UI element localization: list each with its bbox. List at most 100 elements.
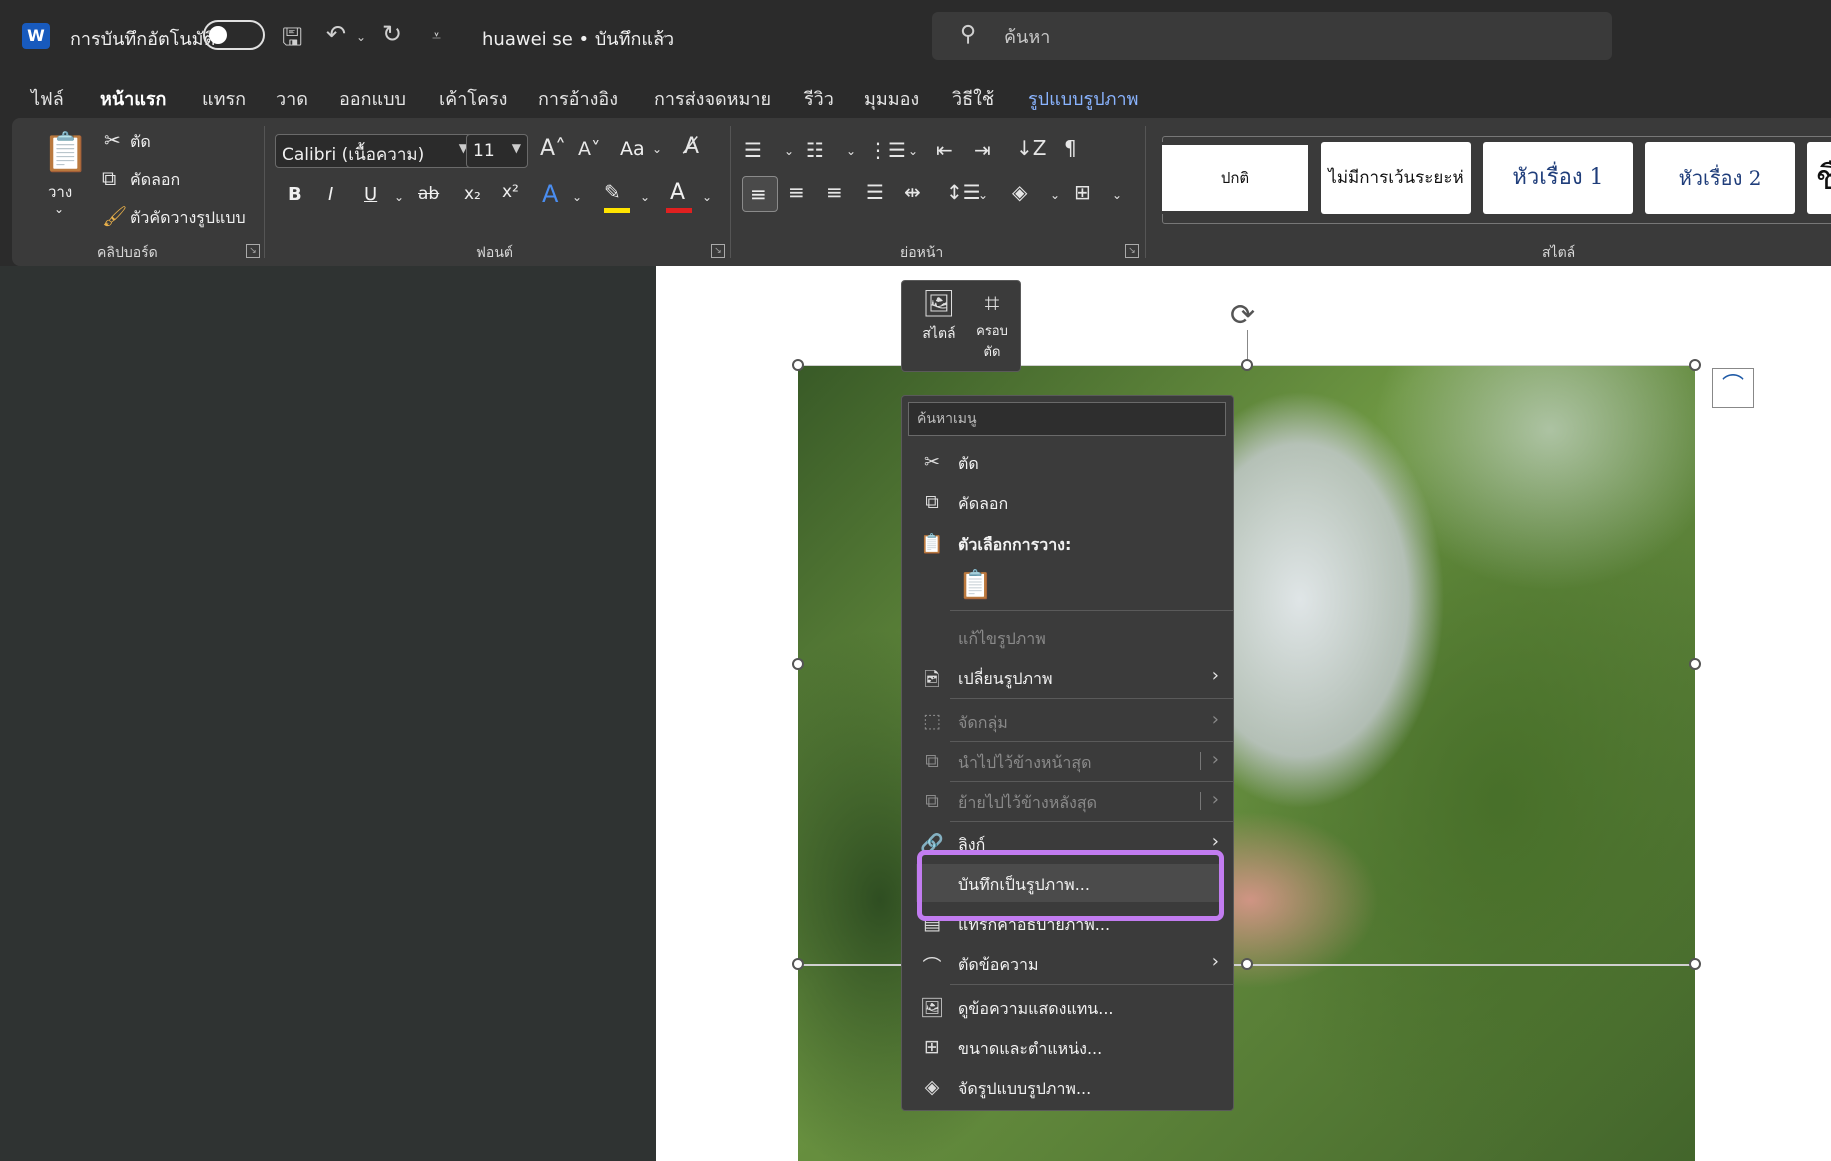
tab-home[interactable]: หน้าแรก xyxy=(100,84,167,121)
tab-design[interactable]: ออกแบบ xyxy=(339,84,406,113)
borders-chevron-icon[interactable]: ⌄ xyxy=(1112,188,1122,202)
tab-references[interactable]: การอ้างอิง xyxy=(538,84,618,113)
tab-file[interactable]: ไฟล์ xyxy=(31,84,64,113)
tab-view[interactable]: มุมมอง xyxy=(864,84,919,113)
subscript-button[interactable]: x₂ xyxy=(464,184,481,204)
shading-icon[interactable]: ◈ xyxy=(1012,180,1027,204)
copy-button[interactable]: คัดลอก xyxy=(130,168,180,193)
numbering-chevron-icon[interactable]: ⌄ xyxy=(846,144,856,158)
resize-handle[interactable] xyxy=(792,658,804,670)
style-normal[interactable]: ปกติ xyxy=(1159,142,1311,214)
tab-review[interactable]: รีวิว xyxy=(804,84,834,113)
font-color-button[interactable]: A xyxy=(670,180,685,205)
save-icon[interactable]: 🖫 xyxy=(282,20,302,61)
menu-search-input[interactable] xyxy=(909,403,1225,435)
sort-icon[interactable]: ↓Z xyxy=(1016,136,1046,160)
underline-chevron-icon[interactable]: ⌄ xyxy=(394,190,404,204)
distributed-icon[interactable]: ⇹ xyxy=(904,180,921,204)
tab-picture-format[interactable]: รูปแบบรูปภาพ xyxy=(1028,84,1138,113)
menu-item-format-picture[interactable]: ◈ จัดรูปแบบรูปภาพ... xyxy=(902,1068,1233,1106)
cut-button[interactable]: ตัด xyxy=(130,130,151,155)
search-box[interactable]: ⚲ xyxy=(932,12,1612,60)
style-title[interactable]: ชื่ xyxy=(1807,142,1831,214)
strikethrough-button[interactable]: ab xyxy=(418,184,439,204)
align-right-icon[interactable]: ≡ xyxy=(826,180,843,204)
tab-mailings[interactable]: การส่งจดหมาย xyxy=(654,84,771,113)
menu-item-change-picture[interactable]: 🖻 เปลี่ยนรูปภาพ › xyxy=(902,658,1233,696)
numbering-icon[interactable]: ☷ xyxy=(806,138,824,162)
bullets-icon[interactable]: ☰ xyxy=(744,138,762,162)
menu-item-wrap-text[interactable]: ⌒ ตัดข้อความ › xyxy=(902,944,1233,982)
menu-item-size-position[interactable]: ⊞ ขนาดและตำแหน่ง... xyxy=(902,1028,1233,1066)
font-name-combo[interactable]: Calibri (เนื้อความ) ▼ xyxy=(275,134,475,168)
menu-item-copy[interactable]: ⧉ คัดลอก xyxy=(902,483,1233,521)
highlight-chevron-icon[interactable]: ⌄ xyxy=(640,190,650,204)
format-painter-button[interactable]: ตัวคัดวางรูปแบบ xyxy=(130,206,246,231)
tab-help[interactable]: วิธีใช้ xyxy=(952,84,994,113)
change-case-button[interactable]: Aa xyxy=(620,138,645,160)
paste-icon[interactable]: 📋 xyxy=(42,130,89,175)
align-center-icon[interactable]: ≡ xyxy=(788,180,805,204)
font-launcher-icon[interactable]: ↘ xyxy=(711,244,725,258)
shrink-font-icon[interactable]: A˅ xyxy=(578,138,601,160)
resize-handle[interactable] xyxy=(1689,958,1701,970)
font-color-chevron-icon[interactable]: ⌄ xyxy=(702,190,712,204)
rotate-handle-icon[interactable]: ⟳ xyxy=(1230,298,1255,333)
grow-font-icon[interactable]: A˄ xyxy=(540,136,566,161)
superscript-button[interactable]: x² xyxy=(502,182,519,202)
clipboard-launcher-icon[interactable]: ↘ xyxy=(246,244,260,258)
search-input[interactable] xyxy=(1002,20,1586,54)
customize-toolbar-icon[interactable]: ⩡ xyxy=(432,26,441,46)
borders-icon[interactable]: ⊞ xyxy=(1074,180,1091,204)
increase-indent-icon[interactable]: ⇥ xyxy=(974,138,991,162)
change-case-chevron-icon[interactable]: ⌄ xyxy=(652,142,662,156)
resize-handle[interactable] xyxy=(1689,359,1701,371)
paste-label[interactable]: วาง xyxy=(48,180,72,204)
text-effects-button[interactable]: A xyxy=(542,180,558,208)
italic-button[interactable]: I xyxy=(328,184,333,205)
underline-button[interactable]: U xyxy=(364,184,377,205)
copy-icon[interactable]: ⧉ xyxy=(102,166,116,190)
paste-picture-option-icon[interactable]: 📋 xyxy=(958,568,993,608)
mini-style-button[interactable]: 🖼 สไตล์ xyxy=(914,289,964,345)
style-no-spacing[interactable]: ไม่มีการเว้นระยะห่ xyxy=(1321,142,1471,214)
tab-layout[interactable]: เค้าโครง xyxy=(439,84,507,113)
title-chevron-down-icon[interactable]: ⌵ xyxy=(654,26,666,46)
clear-formatting-icon[interactable]: A̸ xyxy=(684,134,699,159)
style-heading-1[interactable]: หัวเรื่อง 1 xyxy=(1483,142,1633,214)
resize-handle[interactable] xyxy=(1689,658,1701,670)
undo-dropdown-chevron-icon[interactable]: ⌄ xyxy=(356,30,366,44)
bullets-chevron-icon[interactable]: ⌄ xyxy=(784,144,794,158)
highlight-color-icon[interactable]: ✎ xyxy=(604,180,621,204)
shading-chevron-icon[interactable]: ⌄ xyxy=(1050,188,1060,202)
mini-crop-button[interactable]: ⌗ ครอบ ตัด xyxy=(970,289,1014,362)
cut-icon[interactable]: ✂ xyxy=(104,128,121,152)
multilevel-chevron-icon[interactable]: ⌄ xyxy=(908,144,918,158)
multilevel-list-icon[interactable]: ⋮☰ xyxy=(868,138,906,162)
resize-handle[interactable] xyxy=(792,958,804,970)
align-left-button[interactable]: ≡ xyxy=(742,176,778,212)
line-spacing-chevron-icon[interactable]: ⌄ xyxy=(978,188,988,202)
paste-chevron-down-icon[interactable]: ⌄ xyxy=(54,202,64,216)
font-size-combo[interactable]: 11 ▼ xyxy=(466,134,528,168)
show-formatting-marks-icon[interactable]: ¶ xyxy=(1064,136,1077,160)
resize-handle[interactable] xyxy=(1241,958,1253,970)
text-effects-chevron-icon[interactable]: ⌄ xyxy=(572,190,582,204)
justify-icon[interactable]: ☰ xyxy=(866,180,884,204)
style-heading-2[interactable]: หัวเรื่อง 2 xyxy=(1645,142,1795,214)
format-painter-icon[interactable]: 🖌 xyxy=(102,204,127,228)
line-spacing-icon[interactable]: ↕☰ xyxy=(946,180,981,204)
document-title[interactable]: huawei se • บันทึกแล้ว xyxy=(482,24,674,53)
menu-search-box[interactable] xyxy=(908,402,1226,436)
resize-handle[interactable] xyxy=(1241,359,1253,371)
tab-draw[interactable]: วาด xyxy=(276,84,308,113)
menu-item-view-alt-text[interactable]: 🖼 ดูข้อความแสดงแทน... xyxy=(902,988,1233,1026)
layout-options-button[interactable]: ⌒ xyxy=(1712,368,1754,408)
resize-handle[interactable] xyxy=(792,359,804,371)
undo-icon[interactable]: ↶ xyxy=(326,20,346,48)
bold-button[interactable]: B xyxy=(288,184,302,205)
tab-insert[interactable]: แทรก xyxy=(202,84,246,113)
paragraph-launcher-icon[interactable]: ↘ xyxy=(1125,244,1139,258)
menu-item-cut[interactable]: ✂ ตัด xyxy=(902,443,1233,481)
decrease-indent-icon[interactable]: ⇤ xyxy=(936,138,953,162)
